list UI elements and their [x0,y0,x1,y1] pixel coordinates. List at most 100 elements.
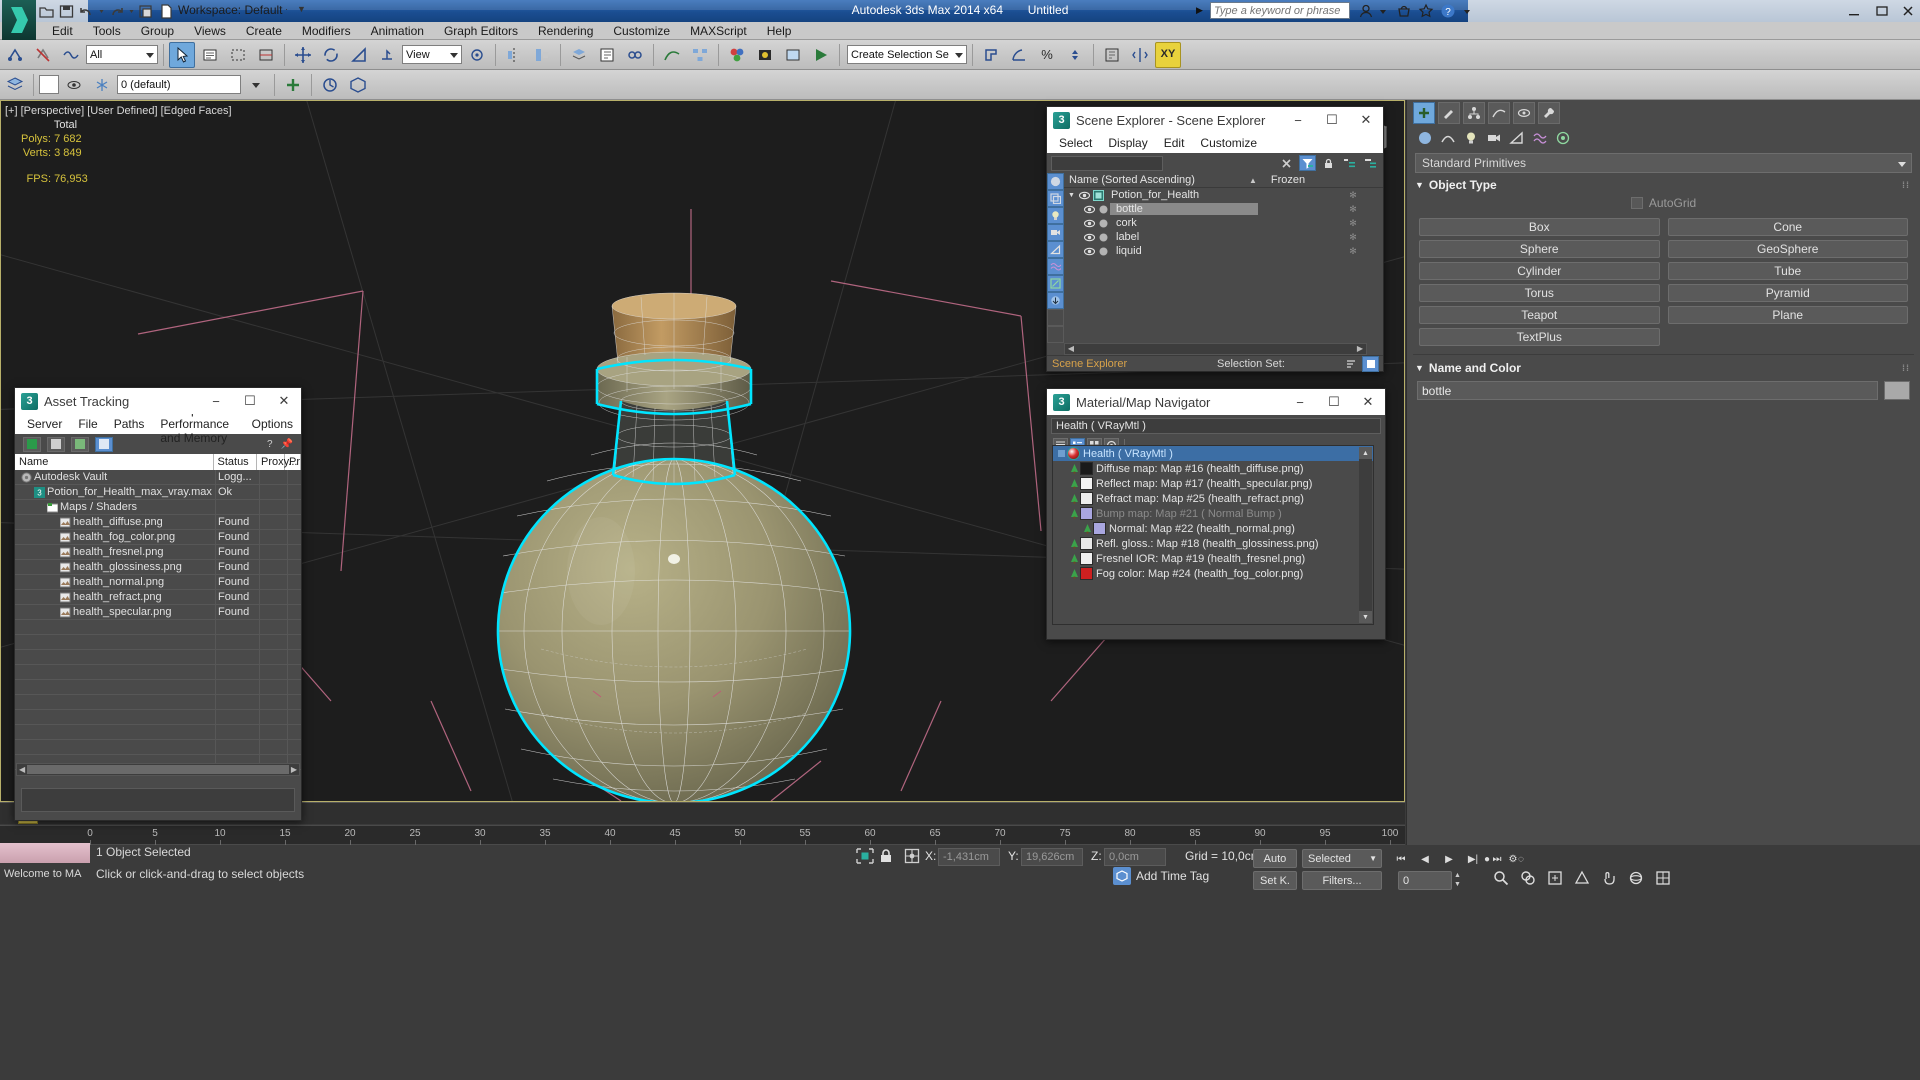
viewport-navigation-controls[interactable] [1490,869,1674,887]
filter-helpers-icon[interactable] [1047,241,1064,258]
visibility-eye-icon[interactable] [1082,247,1096,256]
create-box-button[interactable]: Box [1419,218,1660,236]
asset-row[interactable]: 3 Potion_for_Health_max_vray.max Ok [15,485,301,500]
add-selection-to-layer-icon[interactable] [280,72,306,98]
command-panel[interactable]: Standard Primitives ▼ Object Type ⁞⁞ Aut… [1406,100,1920,845]
key-filter-combo[interactable]: Selected ▼ [1302,849,1382,868]
time-configuration-icon[interactable]: ⚙ [1502,850,1524,868]
create-cylinder-button[interactable]: Cylinder [1419,262,1660,280]
menu-item-graph-editors[interactable]: Graph Editors [434,23,528,39]
visibility-eye-icon[interactable] [1082,205,1096,214]
autogrid-checkbox-row[interactable]: AutoGrid [1407,194,1920,212]
reference-coordinate-system-combo[interactable]: View [402,45,462,64]
menu-bar[interactable]: Edit Tools Group Views Create Modifiers … [0,22,1920,40]
main-toolbar[interactable]: All View Create Selection Se % XY [0,40,1920,70]
pan-view-icon[interactable] [1598,869,1620,887]
rectangular-selection-region-icon[interactable] [225,42,251,68]
filter-space-warps-icon[interactable] [1047,258,1064,275]
y-coordinate-field[interactable]: 19,626cm [1021,848,1083,866]
layer-color-swatch[interactable] [39,75,59,94]
select-object-icon[interactable] [169,41,195,68]
asset-pin-icon[interactable]: 📌 [281,439,293,450]
scene-object-name[interactable]: Potion_for_Health [1105,189,1253,201]
schematic-view-icon[interactable] [687,42,713,68]
tab-motion[interactable] [1488,102,1510,124]
layer-dropdown-icon[interactable] [243,72,269,98]
filter-lights-icon[interactable] [1047,207,1064,224]
scene-explorer-toolbar[interactable] [1047,153,1383,173]
material-map-row[interactable]: Refl. gloss.: Map #18 (health_glossiness… [1053,536,1373,551]
menu-item-customize[interactable]: Customize [603,23,680,39]
containers-icon[interactable] [345,72,371,98]
z-coordinate-field[interactable]: 0,0cm [1104,848,1166,866]
name-and-color-row[interactable]: bottle [1407,377,1920,404]
cameras-icon[interactable] [1484,128,1504,148]
play-animation-icon[interactable]: ▶ [1438,850,1460,868]
key-filters-button[interactable]: Filters... [1302,871,1382,890]
tab-display[interactable] [1513,102,1535,124]
filter-geometry-icon[interactable] [1047,173,1064,190]
scene-explorer-column-header[interactable]: Name (Sorted Ascending) ▲ Frozen [1064,173,1383,188]
key-mode-icon[interactable]: ● [1476,850,1498,868]
search-input[interactable] [1210,2,1350,19]
layer-explorer-icon[interactable] [2,72,28,98]
frozen-toggle-icon[interactable]: ✻ [1323,246,1383,257]
asset-view-list-icon[interactable] [47,436,65,452]
maxscript-mini-listener-banner[interactable] [0,843,90,863]
menu-item-tools[interactable]: Tools [83,23,131,39]
zoom-extents-icon[interactable] [1544,869,1566,887]
align-icon[interactable] [529,42,555,68]
scene-explorer-search-input[interactable] [1051,155,1163,171]
select-and-place-icon[interactable] [374,42,400,68]
window-crossing-toggle-icon[interactable] [253,42,279,68]
window-minimize-icon[interactable] [1846,3,1862,19]
percent-snap-toggle-icon[interactable]: % [1034,42,1060,68]
menu-item-rendering[interactable]: Rendering [528,23,603,39]
orbit-icon[interactable] [1625,869,1647,887]
filter-groups-icon[interactable] [1047,309,1064,326]
frame-spinner[interactable]: ▲ ▼ [1454,871,1465,889]
scene-object-name[interactable]: label [1110,231,1258,243]
asset-minimize-button[interactable]: − [199,388,233,414]
frozen-toggle-icon[interactable]: ✻ [1323,190,1383,201]
expand-collapse-icon[interactable]: ▼ [1068,192,1077,199]
scene-explorer-row[interactable]: cork ✻ [1064,216,1383,230]
set-key-mode-button[interactable]: Set K. [1253,871,1297,890]
snaps-toggle-icon[interactable] [978,42,1004,68]
selection-set-icon[interactable] [1362,355,1379,372]
asset-row[interactable]: health_fog_color.png Found [15,530,301,545]
helpers-icon[interactable] [1507,128,1527,148]
scene-explorer-type-filters[interactable] [1047,173,1064,343]
asset-horizontal-scrollbar[interactable]: ◀ ▶ [16,763,300,776]
space-warps-icon[interactable] [1530,128,1550,148]
manage-links-icon[interactable] [622,42,648,68]
asset-row[interactable]: Autodesk Vault Logg... [15,470,301,485]
scene-explorer-row[interactable]: bottle ✻ [1064,202,1383,216]
asset-close-button[interactable]: ✕ [267,388,301,414]
help-dropdown-icon[interactable] [1462,3,1478,19]
scene-explorer-hscrollbar[interactable]: ◀ ▶ [1064,343,1367,355]
create-textplus-button[interactable]: TextPlus [1419,328,1660,346]
selection-lock-toggle-icon[interactable] [855,847,875,868]
visibility-eye-icon[interactable] [1082,219,1096,228]
asset-menu-paths[interactable]: Paths [106,416,153,432]
asset-row[interactable]: health_normal.png Found [15,575,301,590]
asset-path-field[interactable] [21,788,295,812]
select-link-icon[interactable] [2,42,28,68]
autogrid-checkbox[interactable] [1630,197,1643,209]
scene-menu-edit[interactable]: Edit [1156,135,1193,151]
scene-object-name[interactable]: liquid [1110,245,1258,257]
mini-curve-editor-icon[interactable] [317,72,343,98]
frozen-toggle-icon[interactable]: ✻ [1323,204,1383,215]
select-by-name-icon[interactable] [197,42,223,68]
window-restore-icon[interactable] [1874,3,1890,19]
exchange-store-icon[interactable] [1396,3,1412,19]
current-material-field[interactable]: Health ( VRayMtl ) [1051,418,1381,434]
filter-shapes-icon[interactable] [1047,190,1064,207]
material-close-button[interactable]: ✕ [1351,389,1385,415]
asset-tracking-window[interactable]: 3 Asset Tracking − ☐ ✕ Server File Paths… [14,387,302,821]
name-and-color-rollout-header[interactable]: ▼ Name and Color ⁞⁞ [1407,359,1920,377]
help-icon[interactable]: ? [1440,3,1456,19]
application-menu-button[interactable] [2,0,36,40]
filter-xrefs-icon[interactable] [1047,326,1064,343]
